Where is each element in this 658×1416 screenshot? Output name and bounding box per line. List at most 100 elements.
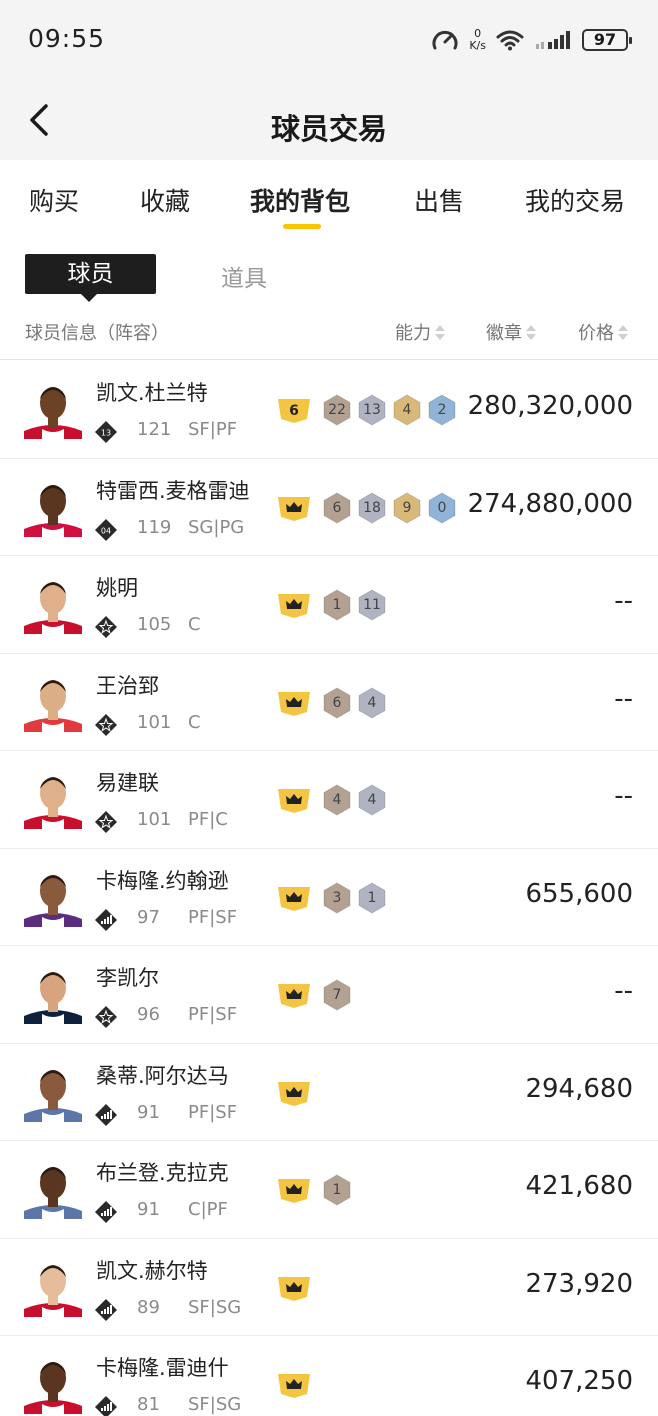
table-row[interactable]: 易建联 101 PF|C 4 4 -- (0, 751, 658, 849)
badge-value: 4 (332, 792, 342, 808)
table-row[interactable]: 凯文.赫尔特 89 SF|SG 273,920 (0, 1239, 658, 1336)
player-price: -- (614, 586, 633, 616)
net-speed-unit: K/s (469, 39, 486, 52)
player-avatar (24, 1069, 82, 1122)
player-rating: 105 (137, 614, 172, 635)
tab-sell[interactable]: 出售 (414, 182, 464, 218)
player-name: 姚明 (96, 576, 138, 600)
signal-diamond-icon (95, 908, 117, 931)
table-row[interactable]: 卡梅隆.约翰逊 97 PF|SF 3 1 655,600 (0, 849, 658, 946)
table-row[interactable]: 凯文.杜兰特 13 121 SF|PF 6 22 13 4 2 280,320,… (0, 361, 658, 459)
player-rating: 97 (137, 906, 160, 928)
subtab-items[interactable]: 道具 (221, 259, 267, 293)
table-row[interactable]: 桑蒂.阿尔达马 91 PF|SF 294,680 (0, 1044, 658, 1141)
column-ability[interactable]: 能力 (395, 319, 445, 345)
active-tab-indicator (283, 224, 321, 229)
badge-value: 9 (402, 499, 412, 516)
badge-count: 13 (356, 394, 388, 426)
table-row[interactable]: 布兰登.克拉克 91 C|PF 1 421,680 (0, 1141, 658, 1239)
player-name: 桑蒂.阿尔达马 (96, 1063, 229, 1088)
table-row[interactable]: 李凯尔 96 PF|SF 7 -- (0, 946, 658, 1044)
player-price: -- (614, 683, 633, 714)
badge-value: 4 (402, 402, 412, 418)
crown-icon (278, 1081, 310, 1106)
column-player-info: 球员信息（阵容） (25, 323, 169, 344)
signal-diamond-icon (95, 1201, 117, 1223)
badge-group: 6 22 13 4 2 (278, 394, 458, 426)
crown-icon (278, 691, 310, 716)
badge-count: 22 (321, 394, 353, 426)
column-badge[interactable]: 徽章 (486, 319, 536, 345)
signal-diamond-icon (95, 1298, 117, 1321)
subtab-players[interactable]: 球员 (25, 254, 156, 302)
badge-value: 4 (367, 694, 377, 711)
player-price: 407,250 (525, 1366, 633, 1396)
app-header: 球员交易 (0, 80, 658, 160)
crown-icon (278, 886, 310, 911)
table-row[interactable]: 特雷西.麦格雷迪 04 119 SG|PG 6 18 9 0 274,880,0… (0, 459, 658, 556)
player-rating: 101 (137, 809, 172, 830)
star-diamond-icon (95, 1006, 117, 1028)
badge-count: 3 (321, 881, 353, 914)
table-row[interactable]: 卡梅隆.雷迪什 81 SF|SG 407,250 (0, 1336, 658, 1416)
player-rating: 119 (137, 516, 172, 538)
crown-icon (278, 496, 310, 521)
signal-diamond-icon (95, 1103, 117, 1126)
sort-icon (526, 325, 536, 341)
tab-my-trades[interactable]: 我的交易 (525, 182, 625, 218)
speedometer-icon (432, 30, 458, 50)
badge-value: 3 (332, 889, 342, 906)
star-diamond-icon (95, 616, 117, 638)
page-title: 球员交易 (270, 112, 387, 146)
rank-badge: 6 (278, 399, 310, 423)
column-price[interactable]: 价格 (578, 319, 628, 345)
player-avatar (24, 679, 82, 732)
star-diamond-icon (95, 713, 117, 736)
player-price: 280,320,000 (467, 391, 633, 421)
tab-buy[interactable]: 购买 (29, 182, 79, 218)
player-rating: 89 (137, 1296, 160, 1318)
player-name: 卡梅隆.约翰逊 (96, 868, 229, 893)
player-list: 凯文.杜兰特 13 121 SF|PF 6 22 13 4 2 280,320,… (0, 361, 658, 1416)
badge-count: 11 (356, 589, 388, 621)
badge-value: 1 (332, 597, 342, 613)
badge-group (278, 1272, 318, 1304)
player-name: 布兰登.克拉克 (96, 1161, 229, 1185)
player-avatar (24, 874, 82, 927)
tab-favorites[interactable]: 收藏 (140, 182, 190, 218)
badge-count: 7 (321, 979, 353, 1011)
crown-icon (278, 1374, 310, 1398)
player-price: 421,680 (525, 1171, 633, 1201)
player-rating: 121 (137, 419, 172, 440)
table-row[interactable]: 王治郅 101 C 6 4 -- (0, 654, 658, 751)
player-price: 273,920 (525, 1268, 633, 1299)
badge-value: 6 (332, 694, 342, 711)
sort-icon (435, 325, 445, 341)
player-position: C (188, 614, 201, 635)
wifi-icon (496, 30, 524, 51)
player-name: 李凯尔 (96, 966, 159, 990)
player-avatar (24, 1362, 82, 1414)
badge-count: 9 (391, 491, 423, 524)
status-bar: 09:55 0 K/s 97 (0, 0, 658, 80)
badge-group (278, 1369, 318, 1401)
tab-my-backpack[interactable]: 我的背包 (250, 182, 350, 218)
svg-text:13: 13 (101, 429, 111, 438)
player-position: SG|PG (188, 516, 245, 538)
badge-count: 6 (321, 686, 353, 719)
badge-group (278, 1077, 318, 1109)
svg-text:04: 04 (101, 526, 111, 535)
crown-icon (278, 594, 310, 618)
sort-icon (618, 325, 628, 341)
player-name: 王治郅 (96, 673, 159, 698)
player-rating: 81 (137, 1394, 160, 1415)
player-name: 凯文.赫尔特 (96, 1258, 208, 1283)
column-ability-label: 能力 (395, 323, 431, 344)
player-avatar (24, 1264, 82, 1317)
crown-icon (278, 1179, 310, 1203)
jersey-13-icon: 13 (95, 421, 117, 443)
badge-group: 6 4 (278, 686, 388, 719)
player-name: 卡梅隆.雷迪什 (96, 1356, 229, 1380)
badge-value: 0 (437, 499, 447, 516)
table-row[interactable]: 姚明 105 C 1 11 -- (0, 556, 658, 654)
